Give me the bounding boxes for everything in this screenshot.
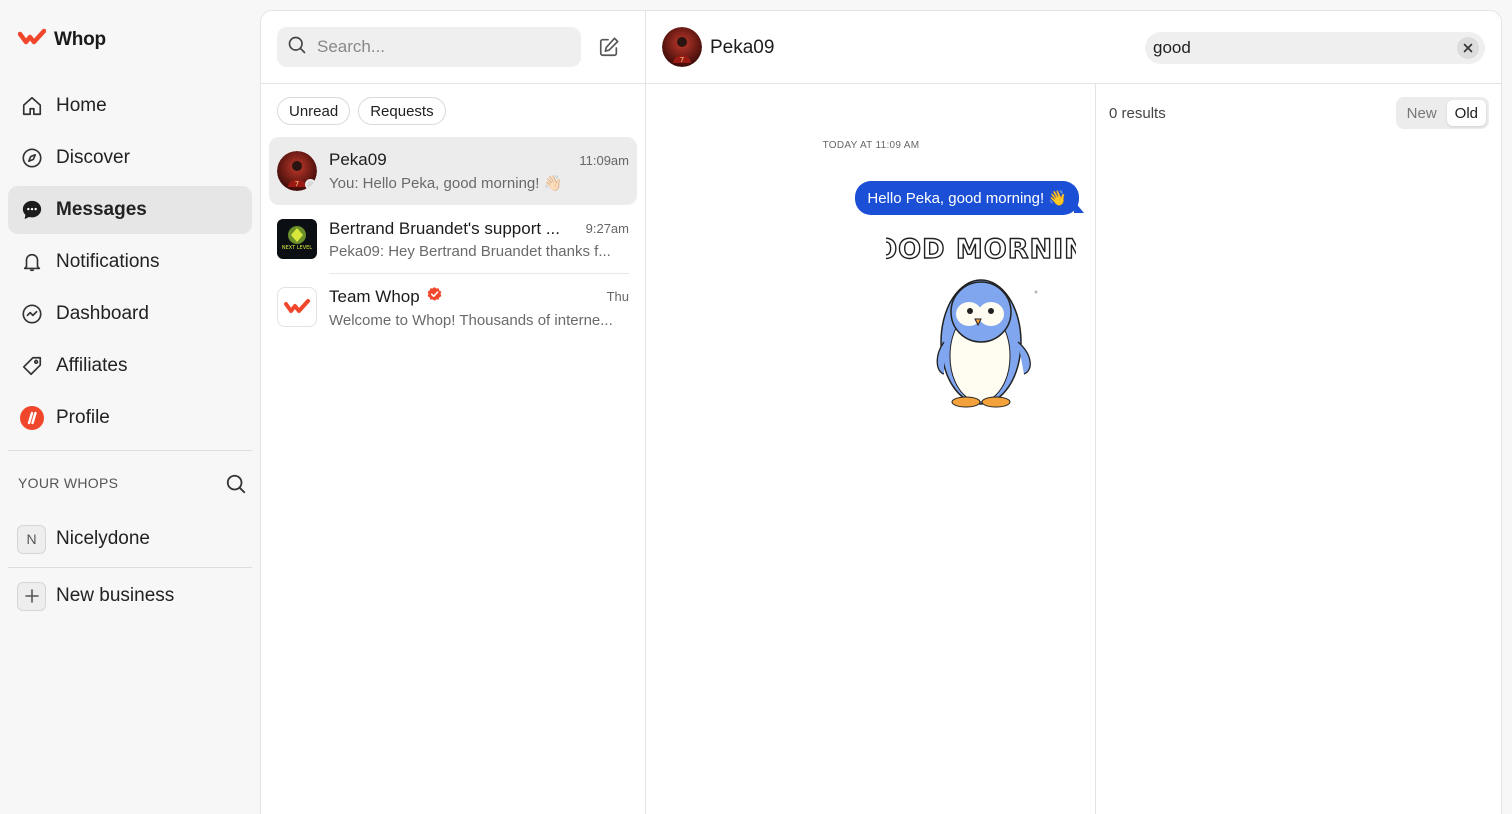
nav-item-dashboard[interactable]: Dashboard: [8, 290, 252, 338]
chart-icon: [20, 302, 44, 326]
svg-text:7: 7: [295, 180, 299, 188]
search-results-panel: 0 results New Old: [1097, 84, 1501, 814]
chat-header: 7 Peka09: [646, 11, 1501, 84]
new-business-button[interactable]: New business: [8, 574, 252, 618]
sticker-image[interactable]: GOOD MORNING: [850, 224, 1111, 410]
nav-label-home: Home: [56, 95, 107, 116]
conversation-name-text: Team Whop: [329, 286, 420, 306]
message-thread: TODAY AT 11:09 AM Hello Peka, good morni…: [646, 84, 1111, 814]
nav-item-home[interactable]: Home: [8, 82, 252, 130]
conversation-name: Bertrand Bruandet's support ...: [329, 218, 560, 238]
conversation-name: Team Whop: [329, 286, 443, 308]
whop-logo-icon: [17, 28, 47, 51]
sticker-text: GOOD MORNING: [886, 234, 1076, 265]
new-business-label: New business: [56, 585, 175, 606]
whop-item-nicelydone[interactable]: N Nicelydone: [8, 517, 252, 561]
conversation-filters: Unread Requests: [277, 97, 446, 125]
conversation-time: 9:27am: [585, 221, 629, 236]
nav-item-discover[interactable]: Discover: [8, 134, 252, 182]
conversation-list: Unread Requests 7 Peka09 11:09am You: He…: [261, 11, 646, 814]
filter-unread[interactable]: Unread: [277, 97, 351, 125]
conversation-preview: Peka09: Hey Bertrand Bruandet thanks f..…: [329, 242, 611, 260]
brand-name: Whop: [54, 28, 106, 50]
nav-item-messages[interactable]: Messages: [8, 186, 252, 234]
conversation-item-team-whop[interactable]: Team Whop Thu Welcome to Whop! Thousands…: [269, 273, 637, 341]
sort-old-button[interactable]: Old: [1446, 100, 1486, 126]
sort-new-button[interactable]: New: [1399, 100, 1445, 126]
svg-text:NEXT LEVEL: NEXT LEVEL: [282, 245, 312, 251]
avatar: NEXT LEVEL: [277, 219, 317, 259]
day-separator: TODAY AT 11:09 AM: [822, 140, 920, 151]
sidebar-divider: [8, 567, 252, 568]
home-icon: [20, 94, 44, 118]
plus-icon: [17, 581, 46, 611]
nav-label-profile: Profile: [56, 407, 110, 428]
chat-bubble-icon: [20, 198, 44, 222]
conversation-name: Peka09: [329, 150, 387, 169]
avatar: 7: [277, 151, 317, 191]
compose-icon[interactable]: [597, 35, 621, 59]
message-search-input[interactable]: [1153, 38, 1443, 58]
conversation-item-bertrand[interactable]: NEXT LEVEL Bertrand Bruandet's support .…: [269, 205, 637, 273]
nav-label-notifications: Notifications: [56, 251, 160, 272]
verified-badge-icon: [426, 286, 443, 308]
chat-area: 7 Peka09 TODAY AT 11:09 AM Hello Peka, g…: [646, 11, 1501, 814]
nav-label-messages: Messages: [56, 199, 147, 220]
results-count: 0 results: [1109, 105, 1166, 122]
avatar[interactable]: 7: [662, 27, 702, 67]
nav-item-notifications[interactable]: Notifications: [8, 238, 252, 286]
conversation-time: 11:09am: [579, 152, 629, 168]
tag-icon: [20, 354, 44, 378]
conversation-search-input[interactable]: [317, 37, 557, 57]
chat-title[interactable]: Peka09: [710, 37, 774, 59]
sort-toggle: New Old: [1395, 97, 1489, 129]
nav-label-discover: Discover: [56, 147, 130, 168]
your-whops-label: YOUR WHOPS: [18, 475, 119, 491]
conversation-time: Thu: [606, 289, 629, 304]
message-search[interactable]: [1145, 32, 1485, 64]
nav-item-affiliates[interactable]: Affiliates: [8, 342, 252, 390]
close-icon[interactable]: [1457, 37, 1479, 59]
compass-icon: [20, 146, 44, 170]
sidebar: Whop Home Discover Messages Notification…: [0, 0, 260, 814]
search-icon: [287, 35, 307, 60]
nav-label-dashboard: Dashboard: [56, 303, 149, 324]
brand[interactable]: Whop: [17, 28, 106, 51]
svg-text:7: 7: [680, 56, 684, 64]
status-dot: [305, 179, 316, 190]
search-icon[interactable]: [222, 470, 250, 498]
bell-icon: [20, 250, 44, 274]
messages-panel: Unread Requests 7 Peka09 11:09am You: He…: [260, 10, 1502, 814]
message-bubble[interactable]: Hello Peka, good morning! 👋: [855, 181, 1079, 215]
whop-initial-badge: N: [17, 524, 46, 554]
whop-item-label: Nicelydone: [56, 528, 150, 549]
conversation-preview: You: Hello Peka, good morning! 👋🏻: [329, 175, 563, 192]
conversation-search[interactable]: [277, 27, 581, 67]
nav-label-affiliates: Affiliates: [56, 355, 128, 376]
profile-icon: [20, 406, 44, 430]
conversation-preview: Welcome to Whop! Thousands of interne...: [329, 311, 613, 329]
conversation-item-peka09[interactable]: 7 Peka09 11:09am You: Hello Peka, good m…: [269, 137, 637, 205]
nav-item-profile[interactable]: Profile: [8, 394, 252, 442]
conversation-list-header: [261, 11, 645, 84]
avatar: [277, 287, 317, 327]
filter-requests[interactable]: Requests: [358, 97, 446, 125]
sidebar-divider: [8, 450, 252, 451]
